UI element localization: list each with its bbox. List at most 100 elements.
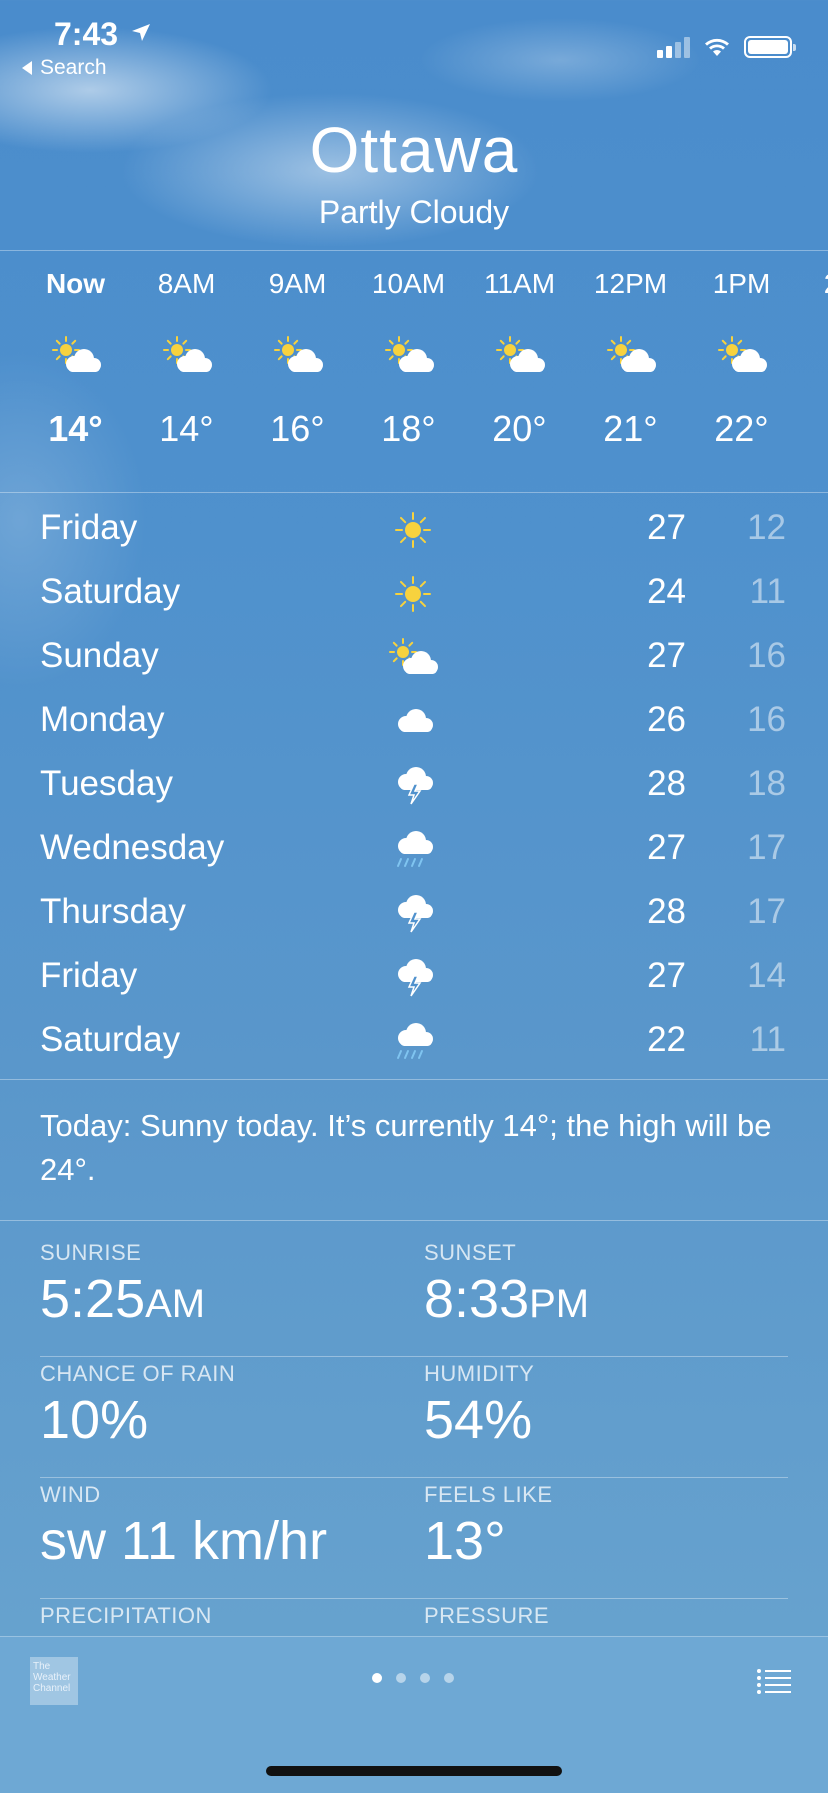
home-indicator[interactable] bbox=[266, 1766, 562, 1776]
precipitation-cell: PRECIPITATION bbox=[40, 1599, 212, 1629]
day-name: Saturday bbox=[40, 572, 181, 611]
battery-icon bbox=[744, 36, 796, 58]
hour-temp: 16° bbox=[270, 408, 325, 449]
hour-label: Now bbox=[45, 268, 106, 299]
wind-cell: WIND sw 11 km/hr bbox=[40, 1478, 327, 1572]
chance-of-rain-cell: CHANCE OF RAIN 10% bbox=[40, 1357, 235, 1451]
page-dot[interactable] bbox=[396, 1673, 406, 1683]
hour-label: 11AM bbox=[483, 268, 556, 299]
chance-of-rain-value: 10% bbox=[40, 1390, 149, 1450]
location-header: Ottawa Partly Cloudy bbox=[0, 112, 828, 232]
day-low-temp: 11 bbox=[749, 572, 786, 611]
day-high-temp: 28 bbox=[647, 764, 686, 803]
humidity-value: 54% bbox=[424, 1390, 533, 1450]
day-high-temp: 27 bbox=[647, 636, 686, 675]
cloud-icon bbox=[385, 700, 441, 744]
weather-channel-logo[interactable]: The Weather Channel bbox=[30, 1657, 78, 1705]
hour-column: 9AM 16° bbox=[242, 250, 353, 490]
day-low-temp: 11 bbox=[749, 1020, 786, 1059]
day-row: Saturday 22 11 bbox=[0, 1010, 828, 1074]
status-icons bbox=[657, 36, 796, 58]
hour-temp: 22° bbox=[714, 408, 769, 449]
feels-like-label: FEELS LIKE bbox=[424, 1482, 553, 1507]
partly-sunny-icon bbox=[242, 326, 353, 386]
status-time: 7:43 bbox=[54, 16, 119, 52]
pressure-label: PRESSURE bbox=[424, 1603, 550, 1628]
hour-column: 2PM 2 bbox=[797, 250, 828, 490]
partly-sunny-icon bbox=[575, 326, 686, 386]
pressure-cell: PRESSURE bbox=[424, 1599, 549, 1629]
hour-temp: 14° bbox=[159, 408, 214, 449]
partly-sunny-icon bbox=[353, 326, 464, 386]
hour-label: 12PM bbox=[593, 268, 668, 299]
sunset-value: 8:33PM bbox=[424, 1269, 590, 1329]
current-condition: Partly Cloudy bbox=[318, 194, 510, 230]
day-name: Tuesday bbox=[40, 764, 173, 803]
hour-column: 8AM 14° bbox=[131, 250, 242, 490]
divider bbox=[0, 1079, 828, 1080]
page-dot[interactable] bbox=[420, 1673, 430, 1683]
day-high-temp: 22 bbox=[647, 1020, 686, 1059]
day-row: Tuesday 28 18 bbox=[0, 754, 828, 818]
hour-label: 1PM bbox=[712, 268, 771, 299]
day-low-temp: 16 bbox=[747, 636, 786, 675]
day-name: Monday bbox=[40, 700, 165, 739]
location-arrow-icon bbox=[132, 24, 150, 41]
day-row: Saturday 24 11 bbox=[0, 562, 828, 626]
back-to-search-link[interactable]: Search bbox=[22, 56, 107, 80]
sunset-cell: SUNSET 8:33PM bbox=[424, 1236, 589, 1330]
chance-of-rain-label: CHANCE OF RAIN bbox=[40, 1361, 236, 1386]
page-indicator[interactable] bbox=[372, 1673, 454, 1683]
day-row: Sunday 27 16 bbox=[0, 626, 828, 690]
sunrise-label: SUNRISE bbox=[40, 1240, 142, 1265]
details-row: WIND sw 11 km/hr FEELS LIKE 13° bbox=[40, 1478, 788, 1599]
details-row: CHANCE OF RAIN 10% HUMIDITY 54% bbox=[40, 1357, 788, 1478]
thunderstorm-icon bbox=[385, 892, 441, 936]
partly-sunny-icon bbox=[464, 326, 575, 386]
day-high-temp: 26 bbox=[647, 700, 686, 739]
day-low-temp: 14 bbox=[747, 956, 786, 995]
feels-like-value: 13° bbox=[424, 1511, 506, 1571]
partly-sunny-icon bbox=[797, 326, 828, 386]
hour-column: 11AM 20° bbox=[464, 250, 575, 490]
day-high-temp: 28 bbox=[647, 892, 686, 931]
hour-temp: 20° bbox=[492, 408, 547, 449]
day-row: Thursday 28 17 bbox=[0, 882, 828, 946]
back-arrow-icon bbox=[22, 61, 32, 76]
partly-sunny-icon bbox=[20, 326, 131, 386]
hour-temp: 14° bbox=[48, 408, 103, 449]
wind-value: sw 11 km/hr bbox=[40, 1511, 328, 1571]
hourly-forecast[interactable]: Now 14° 8AM 14° 9AM 16° 10AM 18° 11AM 20° 12PM 21° 1… bbox=[20, 250, 828, 490]
day-high-temp: 27 bbox=[647, 508, 686, 547]
partly-sunny-icon bbox=[131, 326, 242, 386]
day-high-temp: 27 bbox=[647, 956, 686, 995]
details-row: SUNRISE 5:25AM SUNSET 8:33PM bbox=[40, 1236, 788, 1357]
thunderstorm-icon bbox=[385, 956, 441, 1000]
day-low-temp: 17 bbox=[747, 828, 786, 867]
divider bbox=[0, 1220, 828, 1221]
day-name: Friday bbox=[40, 956, 138, 995]
city-list-icon[interactable] bbox=[756, 1667, 792, 1697]
day-row: Friday 27 12 bbox=[0, 498, 828, 562]
hour-column: Now 14° bbox=[20, 250, 131, 490]
day-name: Friday bbox=[40, 508, 138, 547]
rain-icon bbox=[385, 828, 441, 872]
page-dot[interactable] bbox=[372, 1673, 382, 1683]
day-low-temp: 18 bbox=[747, 764, 786, 803]
day-row: Monday 26 16 bbox=[0, 690, 828, 754]
rain-icon bbox=[385, 1020, 441, 1064]
hour-label: 8AM bbox=[157, 268, 216, 299]
day-low-temp: 17 bbox=[747, 892, 786, 931]
hour-label: 9AM bbox=[268, 268, 327, 299]
hour-temp: 21° bbox=[603, 408, 658, 449]
sunrise-value: 5:25AM bbox=[40, 1269, 206, 1329]
partly-sunny-icon bbox=[686, 326, 797, 386]
day-high-temp: 27 bbox=[647, 828, 686, 867]
status-bar: 7:43 Search bbox=[0, 0, 828, 90]
page-dot[interactable] bbox=[444, 1673, 454, 1683]
day-row: Friday 27 14 bbox=[0, 946, 828, 1010]
day-name: Sunday bbox=[40, 636, 159, 675]
precipitation-label: PRECIPITATION bbox=[40, 1603, 212, 1628]
day-name: Thursday bbox=[40, 892, 186, 931]
hour-temp: 18° bbox=[381, 408, 436, 449]
